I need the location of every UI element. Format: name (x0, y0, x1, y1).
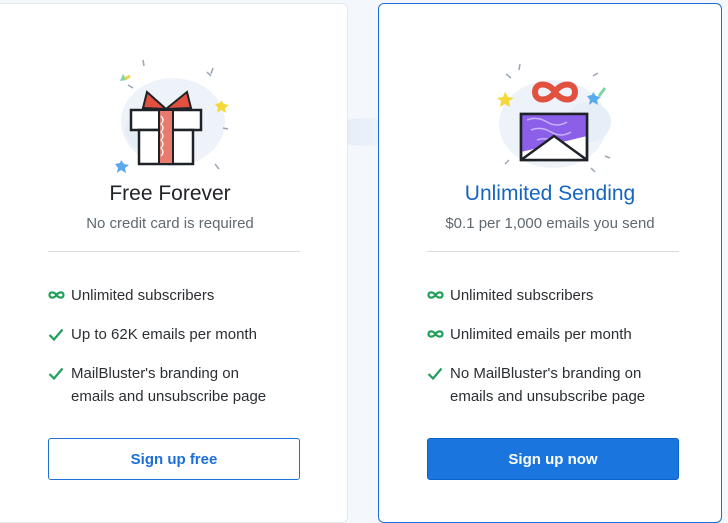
feature-item: Up to 62K emails per month (48, 323, 338, 346)
divider (48, 251, 300, 252)
feature-list: Unlimited subscribers Up to 62K emails p… (48, 284, 338, 424)
plan-subtitle: $0.1 per 1,000 emails you send (445, 215, 655, 232)
feature-item: Unlimited subscribers (427, 284, 717, 307)
feature-text: Up to 62K emails per month (71, 326, 257, 343)
feature-item: Unlimited emails per month (427, 323, 717, 346)
feature-item: Unlimited subscribers (48, 284, 338, 307)
check-icon (427, 362, 450, 384)
feature-text: Unlimited subscribers (71, 287, 215, 304)
envelope-infinity-icon (487, 52, 617, 177)
feature-item: No MailBluster's branding on emails and … (427, 362, 717, 408)
check-icon (48, 323, 71, 345)
infinity-icon (427, 323, 450, 345)
divider (427, 251, 679, 252)
plan-title: Unlimited Sending (464, 182, 636, 205)
plan-card-free: Free Forever No credit card is required … (0, 3, 348, 523)
plan-card-unlimited: Unlimited Sending $0.1 per 1,000 emails … (378, 3, 722, 523)
sign-up-now-button[interactable]: Sign up now (427, 438, 679, 480)
plan-title: Free Forever (109, 182, 231, 205)
feature-list: Unlimited subscribers Unlimited emails p… (427, 284, 717, 424)
plan-subtitle: No credit card is required (86, 215, 254, 232)
infinity-icon (48, 284, 71, 306)
feature-text: Unlimited emails per month (450, 326, 632, 343)
gift-box-icon (103, 52, 233, 177)
check-icon (48, 362, 71, 384)
feature-text: MailBluster's branding on emails and uns… (71, 365, 267, 405)
feature-text: No MailBluster's branding on emails and … (450, 365, 646, 405)
feature-text: Unlimited subscribers (450, 287, 594, 304)
infinity-icon (427, 284, 450, 306)
sign-up-free-button[interactable]: Sign up free (48, 438, 300, 480)
feature-item: MailBluster's branding on emails and uns… (48, 362, 338, 408)
